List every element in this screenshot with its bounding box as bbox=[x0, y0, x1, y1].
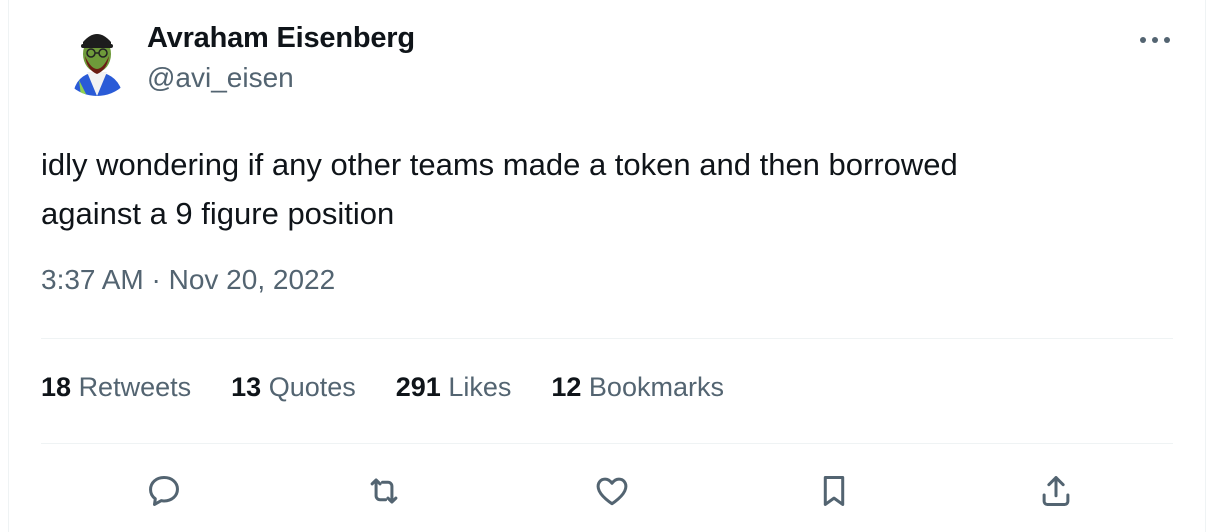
reply-icon bbox=[149, 476, 179, 506]
author-name[interactable]: Avraham Eisenberg bbox=[147, 22, 415, 55]
reply-button[interactable] bbox=[139, 466, 189, 516]
stat-retweets[interactable]: 18 Retweets bbox=[41, 372, 191, 408]
share-icon bbox=[1042, 476, 1070, 506]
stat-label: Likes bbox=[448, 372, 512, 402]
avatar-illustration bbox=[59, 20, 135, 96]
retweet-icon bbox=[370, 478, 398, 504]
stat-label: Bookmarks bbox=[588, 372, 724, 402]
tweet-card: Avraham Eisenberg @avi_eisen idly wonder… bbox=[8, 0, 1206, 532]
tweet-timestamp[interactable]: 3:37 AM · Nov 20, 2022 bbox=[41, 264, 335, 296]
author-handle[interactable]: @avi_eisen bbox=[147, 62, 294, 94]
more-options-icon[interactable] bbox=[1137, 28, 1173, 52]
stat-count: 18 bbox=[41, 372, 72, 402]
retweet-button[interactable] bbox=[359, 466, 409, 516]
stat-count: 12 bbox=[551, 372, 582, 402]
stat-count: 291 bbox=[395, 372, 441, 402]
stat-count: 13 bbox=[231, 372, 262, 402]
divider bbox=[41, 443, 1173, 444]
like-button[interactable] bbox=[587, 466, 637, 516]
avatar[interactable] bbox=[59, 20, 135, 96]
stat-label: Quotes bbox=[268, 372, 356, 402]
engagement-stats: 18 Retweets 13 Quotes 291 Likes 12 Bookm… bbox=[41, 372, 764, 408]
share-button[interactable] bbox=[1031, 466, 1081, 516]
action-bar bbox=[9, 466, 1206, 516]
stat-likes[interactable]: 291 Likes bbox=[396, 372, 512, 408]
bookmark-icon bbox=[823, 476, 845, 506]
stat-label: Retweets bbox=[78, 372, 192, 402]
stat-bookmarks[interactable]: 12 Bookmarks bbox=[551, 372, 724, 408]
stat-quotes[interactable]: 13 Quotes bbox=[231, 372, 356, 408]
divider bbox=[41, 338, 1173, 339]
like-icon bbox=[596, 477, 628, 506]
tweet-text: idly wondering if any other teams made a… bbox=[41, 147, 958, 231]
bookmark-button[interactable] bbox=[809, 466, 859, 516]
